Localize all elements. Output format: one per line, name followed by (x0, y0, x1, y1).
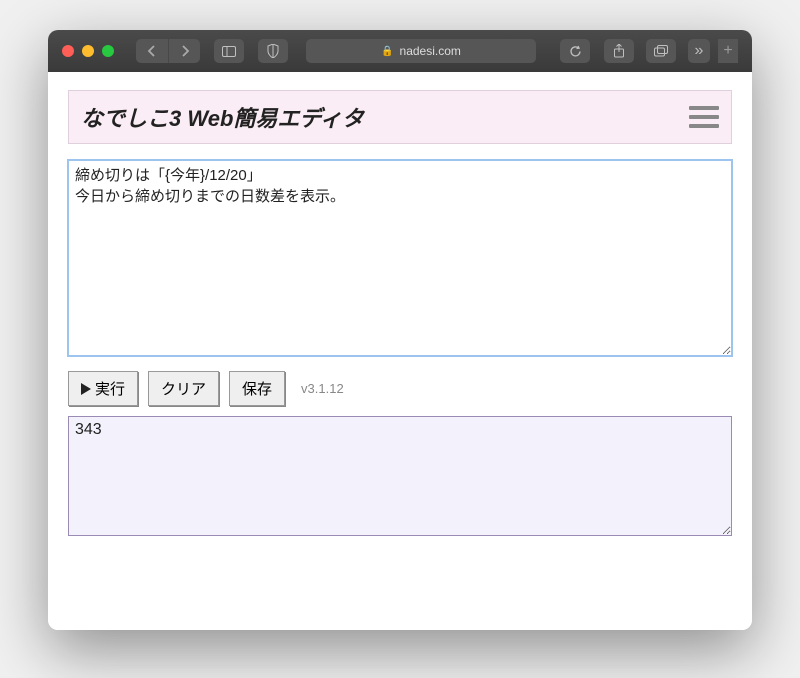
titlebar: 🔒 nadesi.com » + (48, 30, 752, 72)
page-header: なでしこ3 Web簡易エディタ (68, 90, 732, 144)
lock-icon: 🔒 (381, 46, 393, 57)
maximize-icon[interactable] (102, 45, 114, 57)
sidebar-icon[interactable] (214, 39, 244, 63)
minimize-icon[interactable] (82, 45, 94, 57)
menu-icon[interactable] (689, 106, 719, 128)
back-button[interactable] (136, 39, 168, 63)
window-controls (62, 45, 114, 57)
run-label: 実行 (95, 378, 125, 399)
reload-icon[interactable] (560, 39, 590, 63)
nav-buttons (136, 39, 200, 63)
play-icon (81, 383, 91, 395)
new-tab-button[interactable]: + (718, 39, 738, 63)
page-title: なでしこ3 Web簡易エディタ (81, 101, 364, 133)
save-button[interactable]: 保存 (229, 371, 285, 406)
more-icon[interactable]: » (688, 39, 710, 63)
clear-label: クリア (161, 378, 206, 399)
forward-button[interactable] (168, 39, 200, 63)
address-bar[interactable]: 🔒 nadesi.com (306, 39, 536, 63)
clear-button[interactable]: クリア (148, 371, 219, 406)
share-icon[interactable] (604, 39, 634, 63)
code-editor[interactable] (68, 160, 732, 356)
save-label: 保存 (242, 378, 272, 399)
action-toolbar: 実行 クリア 保存 v3.1.12 (68, 371, 732, 406)
browser-window: 🔒 nadesi.com » + なでしこ3 Web簡易エディタ (48, 30, 752, 630)
output-area[interactable] (68, 416, 732, 536)
version-label: v3.1.12 (301, 381, 344, 396)
close-icon[interactable] (62, 45, 74, 57)
url-text: nadesi.com (400, 44, 461, 58)
run-button[interactable]: 実行 (68, 371, 138, 406)
shield-icon[interactable] (258, 39, 288, 63)
tabs-icon[interactable] (646, 39, 676, 63)
page-content: なでしこ3 Web簡易エディタ 実行 クリア 保存 v3.1.12 (48, 72, 752, 630)
